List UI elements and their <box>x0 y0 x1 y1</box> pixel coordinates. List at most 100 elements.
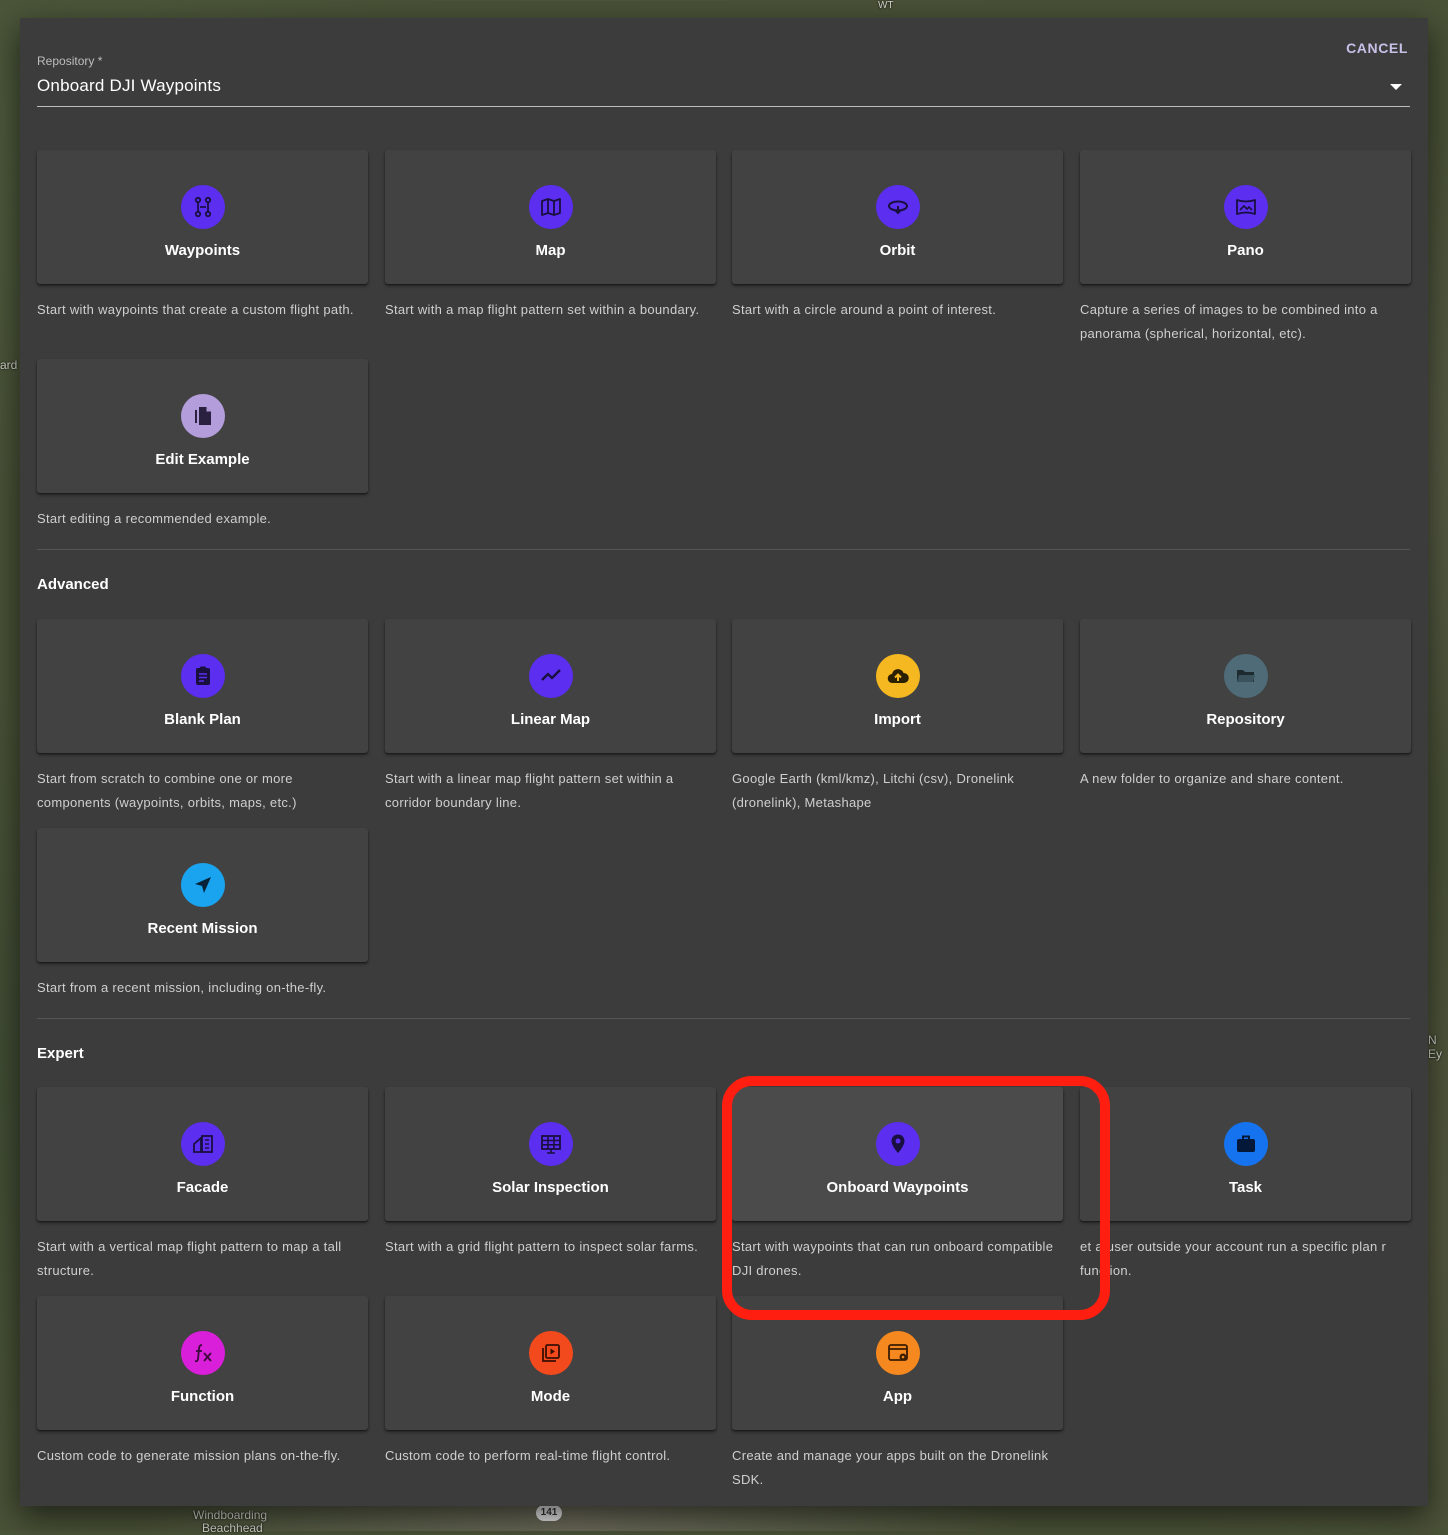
tile-blank-plan[interactable]: Blank Plan <box>37 619 368 753</box>
tile-pano[interactable]: Pano <box>1080 150 1411 284</box>
card-function: Function Custom code to generate mission… <box>37 1296 368 1468</box>
tile-description: Start from scratch to combine one or mor… <box>37 771 297 810</box>
tile-description: Custom code to perform real-time flight … <box>385 1448 671 1463</box>
tile-title: Repository <box>1206 711 1285 728</box>
tile-title: Solar Inspection <box>492 1179 609 1196</box>
cloud-upload-icon <box>875 654 920 698</box>
tile-title: Task <box>1228 1179 1263 1196</box>
repository-select[interactable]: Repository * Onboard DJI Waypoints <box>37 54 1410 107</box>
card-map: Map Start with a map flight pattern set … <box>385 150 716 322</box>
orbit-icon <box>875 185 920 229</box>
card-waypoints: Waypoints Start with waypoints that crea… <box>37 150 368 322</box>
map-label-bottom-1: Windboarding <box>193 1508 268 1522</box>
copy-document-icon <box>180 394 225 438</box>
tile-title: Mode <box>530 1388 571 1405</box>
tile-waypoints[interactable]: Waypoints <box>37 150 368 284</box>
tile-map[interactable]: Map <box>385 150 716 284</box>
card-task: Task et a user outside your account run … <box>1080 1087 1411 1283</box>
tile-description: Create and manage your apps built on the… <box>732 1448 1049 1487</box>
tile-title: Edit Example <box>155 451 250 468</box>
tile-recent-mission[interactable]: Recent Mission <box>37 828 368 962</box>
card-app: App Create and manage your apps built on… <box>732 1296 1063 1492</box>
tile-description: Start editing a recommended example. <box>37 511 272 526</box>
tile-repository[interactable]: Repository <box>1080 619 1411 753</box>
tile-solar-inspection[interactable]: Solar Inspection <box>385 1087 716 1221</box>
card-pano: Pano Capture a series of images to be co… <box>1080 150 1411 346</box>
card-onboard-waypoints: Onboard Waypoints Start with waypoints t… <box>732 1087 1063 1283</box>
clipboard-icon <box>180 654 225 698</box>
tile-description: A new folder to organize and share conte… <box>1080 771 1344 786</box>
section-heading-expert: Expert <box>37 1045 84 1062</box>
briefcase-icon <box>1223 1122 1268 1166</box>
tile-description: Start with a grid flight pattern to insp… <box>385 1239 699 1254</box>
tile-title: Waypoints <box>164 242 241 259</box>
solar-panel-icon <box>528 1122 573 1166</box>
card-facade: Facade Start with a vertical map flight … <box>37 1087 368 1283</box>
tile-title: Map <box>535 242 566 259</box>
section-heading-advanced: Advanced <box>37 576 109 593</box>
map-label-right: N Ey <box>1428 1033 1443 1061</box>
tile-title: Recent Mission <box>147 920 258 937</box>
card-import: Import Google Earth (kml/kmz), Litchi (c… <box>732 619 1063 815</box>
tile-title: Orbit <box>879 242 916 259</box>
tile-title: Blank Plan <box>164 711 241 728</box>
card-orbit: Orbit Start with a circle around a point… <box>732 150 1063 322</box>
tile-onboard-waypoints[interactable]: Onboard Waypoints <box>732 1087 1063 1221</box>
tile-title: Facade <box>176 1179 229 1196</box>
map-label-bottom-2: Beachhead <box>202 1521 263 1535</box>
location-pin-icon <box>875 1122 920 1166</box>
panorama-icon <box>1223 185 1268 229</box>
repository-label: Repository * <box>37 54 103 68</box>
tile-description: Start with waypoints that can run onboar… <box>732 1239 1054 1278</box>
tile-task[interactable]: Task <box>1080 1087 1411 1221</box>
tile-description: Custom code to generate mission plans on… <box>37 1448 341 1463</box>
tile-title: Pano <box>1227 242 1264 259</box>
card-recent-mission: Recent Mission Start from a recent missi… <box>37 828 368 1000</box>
map-label-left: ard <box>0 358 18 372</box>
tile-description: Start from a recent mission, including o… <box>37 980 327 995</box>
map-label-top: WT <box>878 0 894 11</box>
section-divider <box>37 1018 1410 1019</box>
tile-function[interactable]: Function <box>37 1296 368 1430</box>
card-repository: Repository A new folder to organize and … <box>1080 619 1411 791</box>
tile-description: Google Earth (kml/kmz), Litchi (csv), Dr… <box>732 771 1015 810</box>
card-mode: Mode Custom code to perform real-time fl… <box>385 1296 716 1468</box>
tile-description: Capture a series of images to be combine… <box>1080 302 1378 341</box>
section-divider <box>37 549 1410 550</box>
trending-line-icon <box>528 654 573 698</box>
card-linear-map: Linear Map Start with a linear map fligh… <box>385 619 716 815</box>
waypoints-icon <box>180 185 225 229</box>
tile-facade[interactable]: Facade <box>37 1087 368 1221</box>
tile-description: Start with a map flight pattern set with… <box>385 302 700 317</box>
function-fx-icon <box>180 1331 225 1375</box>
tile-title: Linear Map <box>510 711 591 728</box>
tile-description: et a user outside your account run a spe… <box>1080 1239 1387 1278</box>
navigation-arrow-icon <box>180 863 225 907</box>
map-icon <box>528 185 573 229</box>
tile-app[interactable]: App <box>732 1296 1063 1430</box>
tile-mode[interactable]: Mode <box>385 1296 716 1430</box>
tile-description: Start with a vertical map flight pattern… <box>37 1239 342 1278</box>
tile-description: Start with waypoints that create a custo… <box>37 302 354 317</box>
tile-import[interactable]: Import <box>732 619 1063 753</box>
tile-orbit[interactable]: Orbit <box>732 150 1063 284</box>
app-settings-icon <box>875 1331 920 1375</box>
tile-description: Start with a circle around a point of in… <box>732 302 997 317</box>
building-icon <box>180 1122 225 1166</box>
card-edit-example: Edit Example Start editing a recommended… <box>37 359 368 531</box>
repository-value: Onboard DJI Waypoints <box>37 76 222 95</box>
tile-description: Start with a linear map flight pattern s… <box>385 771 674 810</box>
card-solar-inspection: Solar Inspection Start with a grid fligh… <box>385 1087 716 1259</box>
card-blank-plan: Blank Plan Start from scratch to combine… <box>37 619 368 815</box>
tile-linear-map[interactable]: Linear Map <box>385 619 716 753</box>
road-shield: 141 <box>536 1505 562 1521</box>
new-plan-dialog: CANCEL Repository * Onboard DJI Waypoint… <box>20 18 1428 1506</box>
video-library-icon <box>528 1331 573 1375</box>
tile-edit-example[interactable]: Edit Example <box>37 359 368 493</box>
tile-title: Import <box>874 711 921 728</box>
folder-open-icon <box>1223 654 1268 698</box>
tile-title: Function <box>170 1388 235 1405</box>
dropdown-arrow-icon[interactable] <box>1390 84 1402 90</box>
tile-title: Onboard Waypoints <box>826 1179 969 1196</box>
tile-title: App <box>882 1388 913 1405</box>
